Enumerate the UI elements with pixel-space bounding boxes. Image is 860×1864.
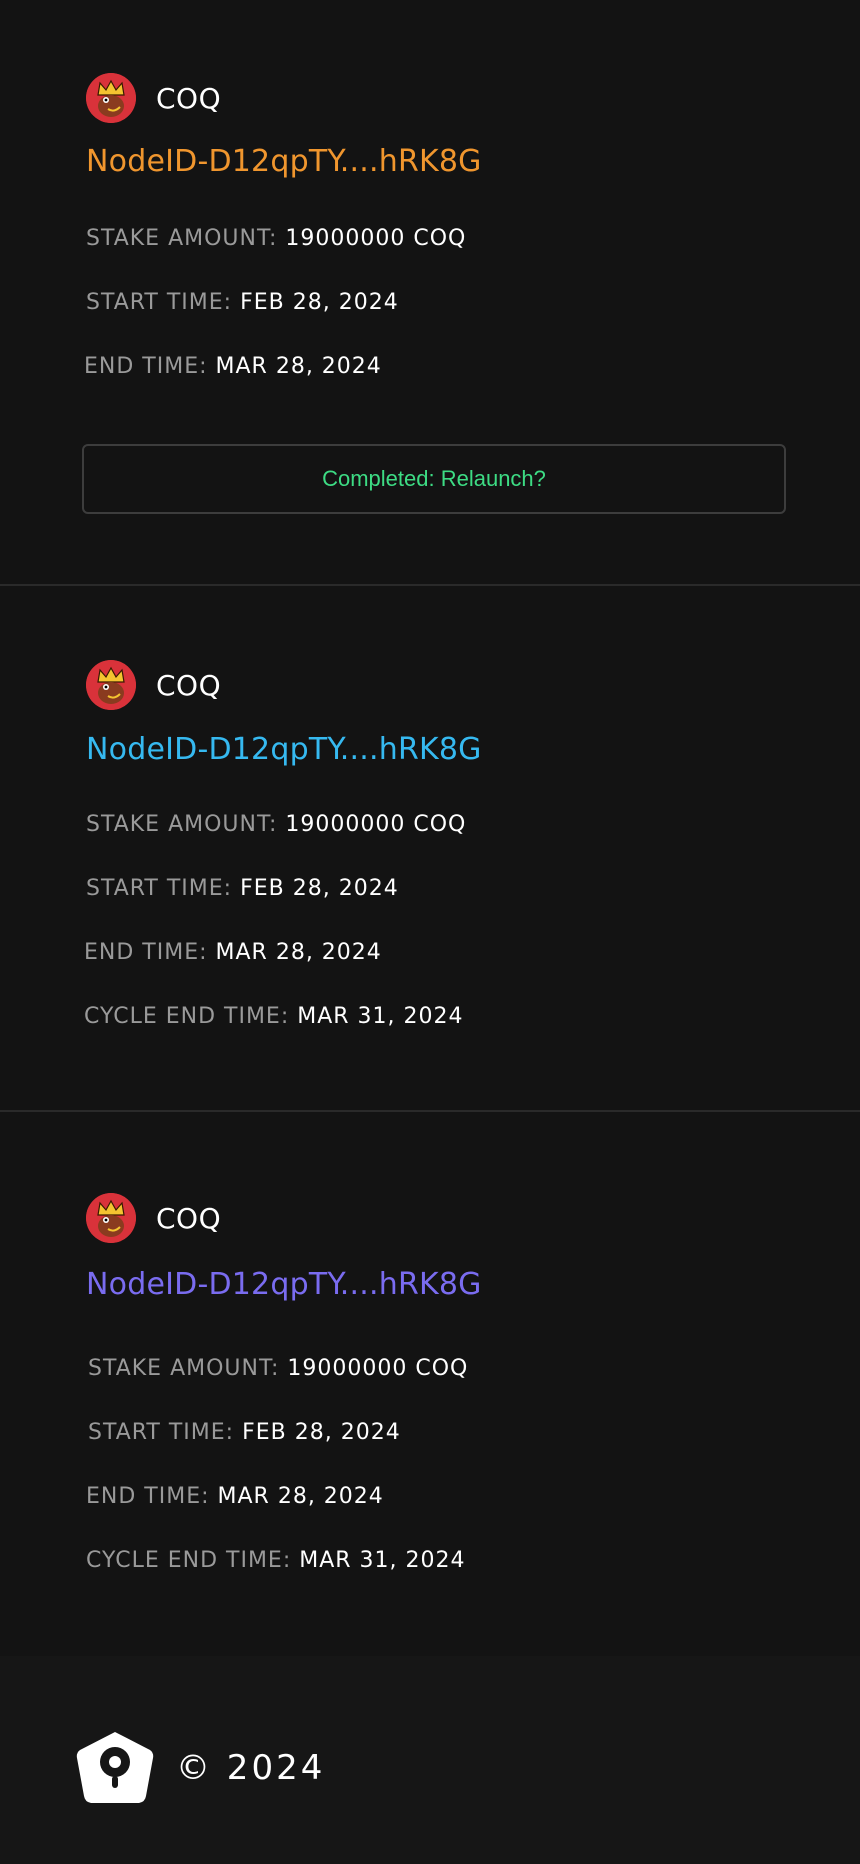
validator-card-1: COQ NodeID-D12qpTY....hRK8G STAKE AMOUNT… — [0, 0, 860, 584]
start-time-label: START TIME: — [86, 290, 233, 315]
end-time-field: END TIME: MAR 28, 2024 — [84, 940, 382, 965]
cycle-end-time-value: MAR 31, 2024 — [297, 1004, 464, 1029]
token-row: COQ — [86, 72, 221, 124]
token-name: COQ — [156, 668, 222, 702]
start-time-value: FEB 28, 2024 — [240, 876, 399, 901]
node-id-link[interactable]: NodeID-D12qpTY....hRK8G — [86, 732, 482, 767]
stake-amount-label: STAKE AMOUNT: — [88, 1356, 280, 1381]
start-time-value: FEB 28, 2024 — [240, 290, 399, 315]
end-time-value: MAR 28, 2024 — [217, 1484, 384, 1509]
stake-amount-label: STAKE AMOUNT: — [86, 812, 278, 837]
cycle-end-time-label: CYCLE END TIME: — [86, 1548, 292, 1573]
cycle-end-time-label: CYCLE END TIME: — [84, 1004, 290, 1029]
node-id-link[interactable]: NodeID-D12qpTY....hRK8G — [86, 144, 482, 179]
copyright-text: © 2024 — [176, 1748, 326, 1788]
stake-amount-value: 19000000 COQ — [287, 1356, 469, 1381]
end-time-label: END TIME: — [84, 940, 208, 965]
validator-card-3: COQ NodeID-D12qpTY....hRK8G STAKE AMOUNT… — [0, 1112, 860, 1656]
validator-card-2: COQ NodeID-D12qpTY....hRK8G STAKE AMOUNT… — [0, 586, 860, 1110]
stake-amount-value: 19000000 COQ — [285, 226, 467, 251]
stake-amount-field: STAKE AMOUNT: 19000000 COQ — [86, 812, 466, 837]
start-time-field: START TIME: FEB 28, 2024 — [86, 290, 399, 315]
stake-amount-value: 19000000 COQ — [285, 812, 467, 837]
pin-pentagon-icon[interactable] — [74, 1728, 156, 1810]
start-time-label: START TIME: — [88, 1420, 235, 1445]
start-time-field: START TIME: FEB 28, 2024 — [86, 876, 399, 901]
token-row: COQ — [86, 659, 221, 711]
token-row: COQ — [86, 1192, 221, 1244]
stake-amount-field: STAKE AMOUNT: 19000000 COQ — [88, 1356, 468, 1381]
footer: © 2024 — [0, 1656, 860, 1864]
end-time-field: END TIME: MAR 28, 2024 — [86, 1484, 384, 1509]
end-time-label: END TIME: — [84, 354, 208, 379]
end-time-field: END TIME: MAR 28, 2024 — [84, 354, 382, 379]
end-time-label: END TIME: — [86, 1484, 210, 1509]
stake-amount-label: STAKE AMOUNT: — [86, 226, 278, 251]
token-name: COQ — [156, 1201, 222, 1235]
start-time-value: FEB 28, 2024 — [242, 1420, 401, 1445]
start-time-label: START TIME: — [86, 876, 233, 901]
cycle-end-time-value: MAR 31, 2024 — [299, 1548, 466, 1573]
coq-token-icon — [86, 73, 136, 123]
end-time-value: MAR 28, 2024 — [215, 354, 382, 379]
node-id-link[interactable]: NodeID-D12qpTY....hRK8G — [86, 1267, 482, 1302]
cycle-end-time-field: CYCLE END TIME: MAR 31, 2024 — [84, 1004, 464, 1029]
coq-token-icon — [86, 660, 136, 710]
stake-amount-field: STAKE AMOUNT: 19000000 COQ — [86, 226, 466, 251]
end-time-value: MAR 28, 2024 — [215, 940, 382, 965]
relaunch-button[interactable]: Completed: Relaunch? — [82, 444, 786, 514]
token-name: COQ — [156, 81, 222, 115]
cycle-end-time-field: CYCLE END TIME: MAR 31, 2024 — [86, 1548, 466, 1573]
start-time-field: START TIME: FEB 28, 2024 — [88, 1420, 401, 1445]
coq-token-icon — [86, 1193, 136, 1243]
